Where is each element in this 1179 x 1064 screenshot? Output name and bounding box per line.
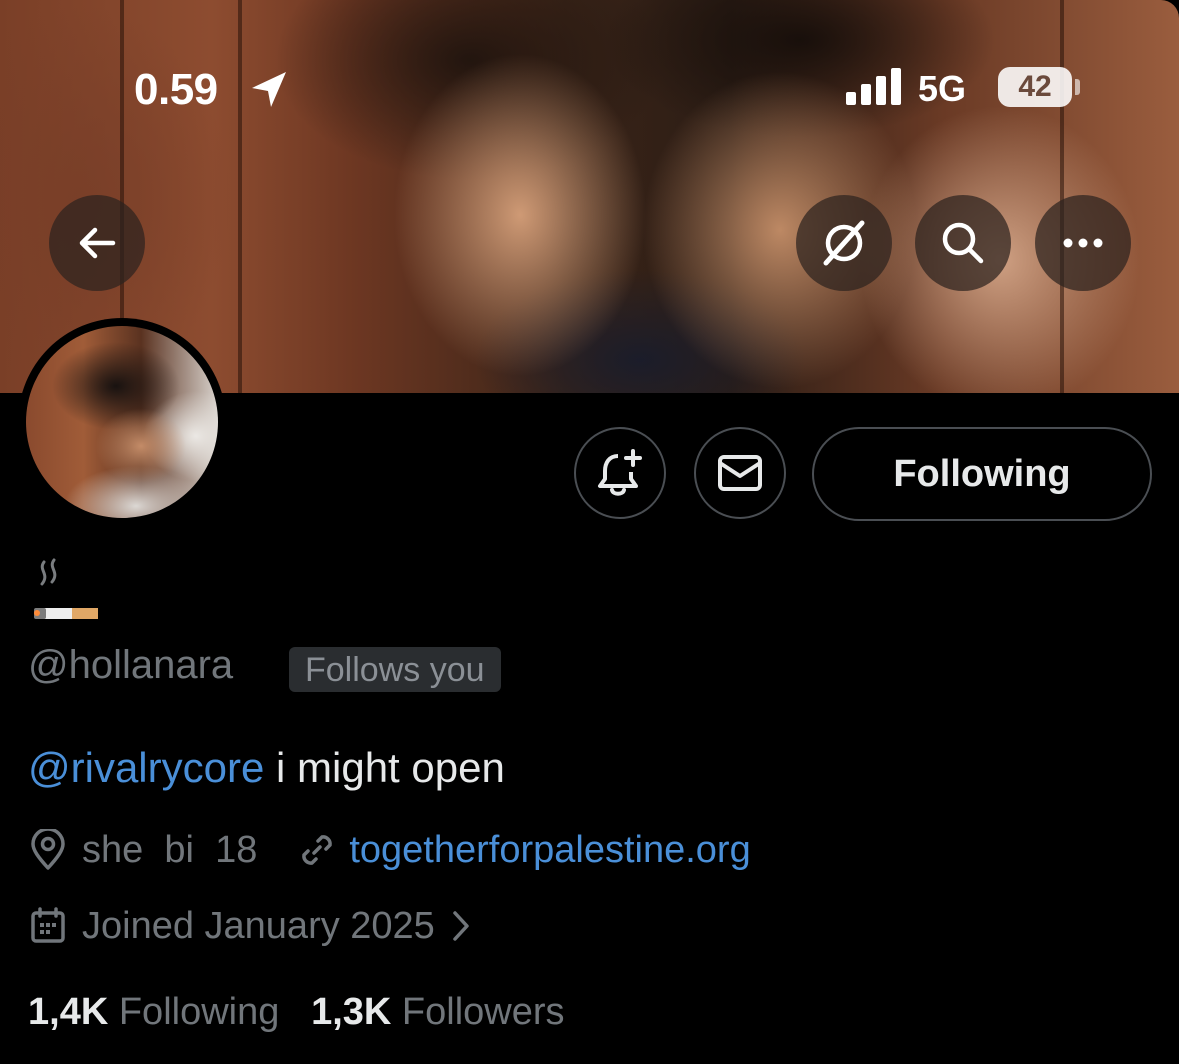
search-icon xyxy=(942,222,984,264)
following-label: Following xyxy=(118,991,280,1033)
link-icon xyxy=(302,835,333,865)
more-icon xyxy=(1063,238,1103,248)
back-button[interactable] xyxy=(49,195,145,291)
following-count: 1,4K xyxy=(28,991,109,1033)
follow-counts: 1,4K Following 1,3K Followers xyxy=(28,988,565,1036)
battery-indicator: 42 xyxy=(998,67,1072,107)
profile-location: she bi 18 xyxy=(82,829,258,871)
grok-icon xyxy=(823,220,865,266)
envelope-icon xyxy=(718,455,762,491)
battery-tip xyxy=(1075,79,1080,95)
joined-row[interactable]: Joined January 2025 xyxy=(28,902,475,950)
bell-plus-icon xyxy=(598,449,642,496)
calendar-icon xyxy=(31,907,65,943)
profile-website-link[interactable]: togetherforpalestine.org xyxy=(349,826,750,874)
location-pin-icon xyxy=(31,829,65,870)
chevron-right-icon xyxy=(453,911,469,941)
joined-date: Joined January 2025 xyxy=(82,905,435,947)
bio-text: i might open xyxy=(264,744,505,791)
profile-handle: @hollanara xyxy=(28,643,234,687)
banner-wood-line xyxy=(238,0,242,393)
more-options-button[interactable] xyxy=(1035,195,1131,291)
followers-stat[interactable]: 1,3K Followers xyxy=(311,991,564,1033)
followers-count: 1,3K xyxy=(311,991,392,1033)
followers-label: Followers xyxy=(401,991,565,1033)
following-button[interactable]: Following xyxy=(812,427,1152,521)
profile-meta-row: she bi 18 togetherforpalestine.org xyxy=(28,826,751,874)
arrow-left-icon xyxy=(79,227,116,259)
location-arrow-icon xyxy=(252,72,286,107)
message-button[interactable] xyxy=(694,427,786,519)
search-button[interactable] xyxy=(915,195,1011,291)
avatar[interactable] xyxy=(18,318,226,526)
banner-wood-line xyxy=(1060,0,1064,393)
notifications-button[interactable] xyxy=(574,427,666,519)
bio-mention-link[interactable]: @rivalrycore xyxy=(28,744,264,791)
follows-you-badge: Follows you xyxy=(289,647,501,692)
following-stat[interactable]: 1,4K Following xyxy=(28,991,279,1033)
profile-bio: @rivalrycore i might open xyxy=(28,742,505,794)
status-time: 0.59 xyxy=(134,65,218,114)
cellular-signal-icon xyxy=(846,68,901,105)
avatar-image xyxy=(26,326,218,518)
grok-button[interactable] xyxy=(796,195,892,291)
display-name-emoji xyxy=(34,558,98,619)
network-type: 5G xyxy=(918,68,967,109)
